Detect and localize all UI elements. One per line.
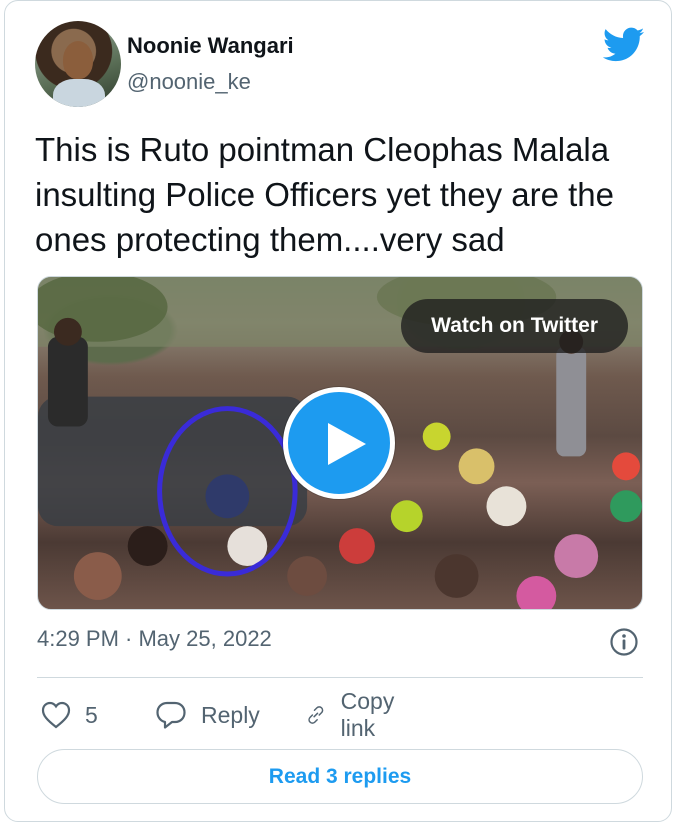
comment-icon bbox=[156, 701, 186, 729]
twitter-bird-icon[interactable] bbox=[603, 27, 645, 63]
heart-icon bbox=[41, 701, 71, 729]
play-icon bbox=[328, 423, 366, 465]
like-button[interactable]: 5 bbox=[41, 695, 98, 735]
reply-button[interactable]: Reply bbox=[155, 695, 260, 735]
copy-link-button[interactable]: Copy link bbox=[305, 688, 405, 741]
divider bbox=[37, 677, 643, 678]
tweet-card: Noonie Wangari @noonie_ke This is Ruto p… bbox=[4, 0, 672, 822]
avatar[interactable] bbox=[35, 21, 121, 107]
play-button[interactable] bbox=[283, 387, 395, 499]
copy-link-label: Copy link bbox=[340, 688, 395, 741]
reply-label: Reply bbox=[201, 701, 260, 728]
author-name[interactable]: Noonie Wangari bbox=[127, 33, 294, 59]
tweet-timestamp[interactable]: 4:29 PM · May 25, 2022 bbox=[37, 626, 272, 652]
like-count: 5 bbox=[85, 701, 98, 728]
video-thumbnail[interactable]: Watch on Twitter bbox=[37, 276, 643, 610]
author-handle[interactable]: @noonie_ke bbox=[127, 69, 251, 95]
read-replies-button[interactable]: Read 3 replies bbox=[37, 749, 643, 804]
avatar-face bbox=[63, 41, 93, 79]
info-icon[interactable] bbox=[609, 627, 639, 657]
link-icon bbox=[308, 706, 324, 724]
tweet-text: This is Ruto pointman Cleophas Malala in… bbox=[35, 131, 615, 258]
avatar-shirt bbox=[53, 79, 105, 107]
watch-on-twitter-button[interactable]: Watch on Twitter bbox=[401, 299, 628, 353]
